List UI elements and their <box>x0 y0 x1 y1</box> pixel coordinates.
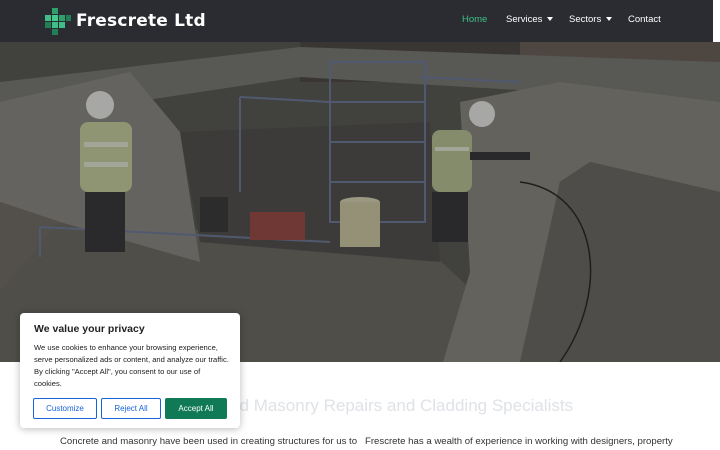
paragraph-right: Frescrete has a wealth of experience in … <box>365 436 673 447</box>
customize-button[interactable]: Customize <box>33 398 97 419</box>
site-logo[interactable]: Frescrete Ltd <box>43 6 206 36</box>
paragraph-left: Concrete and masonry have been used in c… <box>60 436 358 447</box>
reject-all-button[interactable]: Reject All <box>101 398 161 419</box>
chevron-down-icon <box>547 17 554 22</box>
nav-sectors[interactable]: Sectors <box>569 14 613 25</box>
site-header: Frescrete Ltd Home Services Sectors Cont… <box>0 0 720 42</box>
chevron-down-icon <box>606 17 613 22</box>
cookie-text: We use cookies to enhance your browsing … <box>34 343 229 388</box>
brand-name: Frescrete Ltd <box>76 11 206 31</box>
accept-all-button[interactable]: Accept All <box>165 398 227 419</box>
nav-services-label: Services <box>506 14 543 25</box>
logo-grid-icon <box>45 8 71 35</box>
scrollbar-tab[interactable] <box>713 0 720 42</box>
nav-home[interactable]: Home <box>462 14 487 25</box>
cookie-title: We value your privacy <box>34 323 145 335</box>
nav-sectors-label: Sectors <box>569 14 602 25</box>
nav-services[interactable]: Services <box>506 14 554 25</box>
cookie-consent-banner: We value your privacy We use cookies to … <box>20 313 240 428</box>
nav-contact[interactable]: Contact <box>628 14 661 25</box>
